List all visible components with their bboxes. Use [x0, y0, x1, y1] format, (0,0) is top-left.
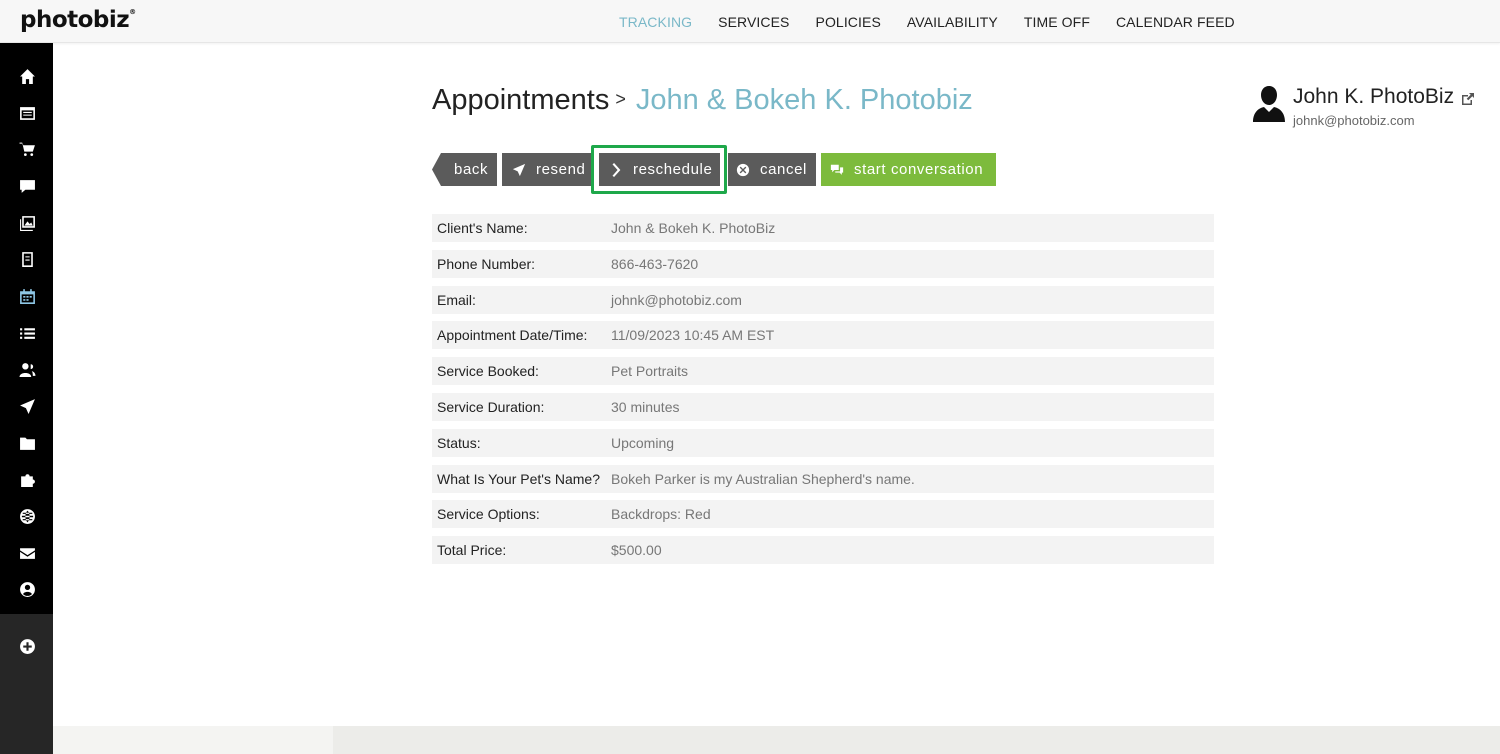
sidebar [0, 43, 53, 754]
footer-left-panel [53, 726, 333, 754]
detail-value: John & Bokeh K. PhotoBiz [611, 220, 776, 236]
detail-label: Client's Name: [437, 220, 528, 236]
footer-bar [53, 726, 1500, 754]
breadcrumb-separator: > [615, 89, 626, 109]
reschedule-highlight [591, 145, 727, 194]
detail-value: Upcoming [611, 434, 675, 451]
breadcrumb-appointments[interactable]: Appointments [432, 84, 609, 116]
cart-icon[interactable] [16, 138, 38, 160]
close-circle-icon [736, 163, 750, 176]
nav-availability[interactable]: AVAILABILITY [907, 14, 998, 30]
detail-value: 11/09/2023 10:45 AM EST [611, 327, 775, 344]
chat-icon[interactable] [16, 175, 38, 197]
photobiz-logo[interactable]: photobiz® [20, 7, 136, 33]
detail-label: Service Booked: [437, 363, 539, 380]
detail-value: Pet Portraits [611, 363, 689, 380]
detail-row: Appointment Date/Time: 11/09/2023 10:45 A… [432, 321, 1214, 350]
add-icon[interactable] [16, 635, 38, 657]
nav-time-off[interactable]: TIME OFF [1024, 14, 1090, 30]
back-button[interactable]: back [432, 153, 497, 186]
cancel-button[interactable]: cancel [728, 153, 816, 186]
detail-label: Appointment Date/Time: [437, 327, 588, 344]
sidebar-lower [0, 614, 53, 754]
user-avatar-icon [1253, 86, 1285, 122]
detail-value: 30 minutes [611, 398, 680, 415]
detail-value: Backdrops: Red [611, 506, 711, 523]
top-nav: TRACKING SERVICES POLICIES AVAILABILITY … [606, 0, 1248, 43]
detail-row: What Is Your Pet's Name? Bokeh Parker is … [432, 464, 1214, 493]
mail-icon[interactable] [16, 542, 38, 564]
calendar-list-icon[interactable] [16, 102, 38, 124]
scheduler-icon[interactable] [16, 285, 38, 307]
detail-value: johnk@photobiz.com [611, 291, 742, 308]
globe-icon[interactable] [16, 505, 38, 527]
puzzle-icon[interactable] [16, 468, 38, 490]
breadcrumb: Appointments > John & Bokeh K. Photobiz [432, 84, 973, 117]
detail-value: Bokeh Parker is my Australian Shepherd's… [611, 470, 915, 487]
detail-row: Phone Number: 866-463-7620 [432, 249, 1214, 278]
detail-label: Status: [437, 434, 481, 451]
resend-button[interactable]: resend [502, 153, 591, 186]
detail-label: What Is Your Pet's Name? [437, 470, 600, 487]
user-name: John K. PhotoBiz [1293, 85, 1455, 108]
conversation-icon [830, 164, 844, 175]
page-title: John & Bokeh K. Photobiz [635, 84, 973, 116]
detail-label: Phone Number: [437, 255, 536, 272]
detail-label: Total Price: [437, 542, 507, 559]
folder-icon[interactable] [16, 432, 38, 454]
send-icon [512, 163, 526, 176]
send-icon[interactable] [16, 395, 38, 417]
nav-calendar-feed[interactable]: CALENDAR FEED [1116, 14, 1235, 30]
detail-row: Client's Name: John & Bokeh K. PhotoBiz [432, 214, 1214, 242]
document-icon[interactable] [16, 248, 38, 270]
detail-row: Service Options: Backdrops: Red [432, 500, 1214, 529]
home-icon[interactable] [16, 65, 38, 87]
appointment-details: Client's Name: John & Bokeh K. PhotoBiz P… [432, 214, 1214, 572]
detail-row: Status: Upcoming [432, 428, 1214, 457]
detail-row: Email: johnk@photobiz.com [432, 285, 1214, 314]
user-email: johnk@photobiz.com [1293, 113, 1415, 128]
detail-row: Service Booked: Pet Portraits [432, 357, 1214, 386]
top-bar: photobiz® TRACKING SERVICES POLICIES AVA… [0, 0, 1500, 43]
detail-row: Service Duration: 30 minutes [432, 392, 1214, 421]
detail-row: Total Price: $500.00 [432, 536, 1214, 565]
nav-policies[interactable]: POLICIES [816, 14, 881, 30]
detail-label: Service Duration: [437, 398, 545, 415]
contacts-icon[interactable] [16, 358, 38, 380]
gallery-icon[interactable] [16, 212, 38, 234]
detail-label: Email: [437, 291, 476, 308]
nav-tracking[interactable]: TRACKING [619, 14, 692, 30]
external-link-icon[interactable] [1461, 92, 1475, 106]
detail-value: 866-463-7620 [611, 255, 699, 272]
list-icon[interactable] [16, 322, 38, 344]
account-icon[interactable] [16, 578, 38, 600]
detail-value: $500.00 [611, 542, 662, 559]
start-conversation-button[interactable]: start conversation [821, 153, 996, 186]
nav-services[interactable]: SERVICES [718, 14, 789, 30]
detail-label: Service Options: [437, 506, 540, 523]
